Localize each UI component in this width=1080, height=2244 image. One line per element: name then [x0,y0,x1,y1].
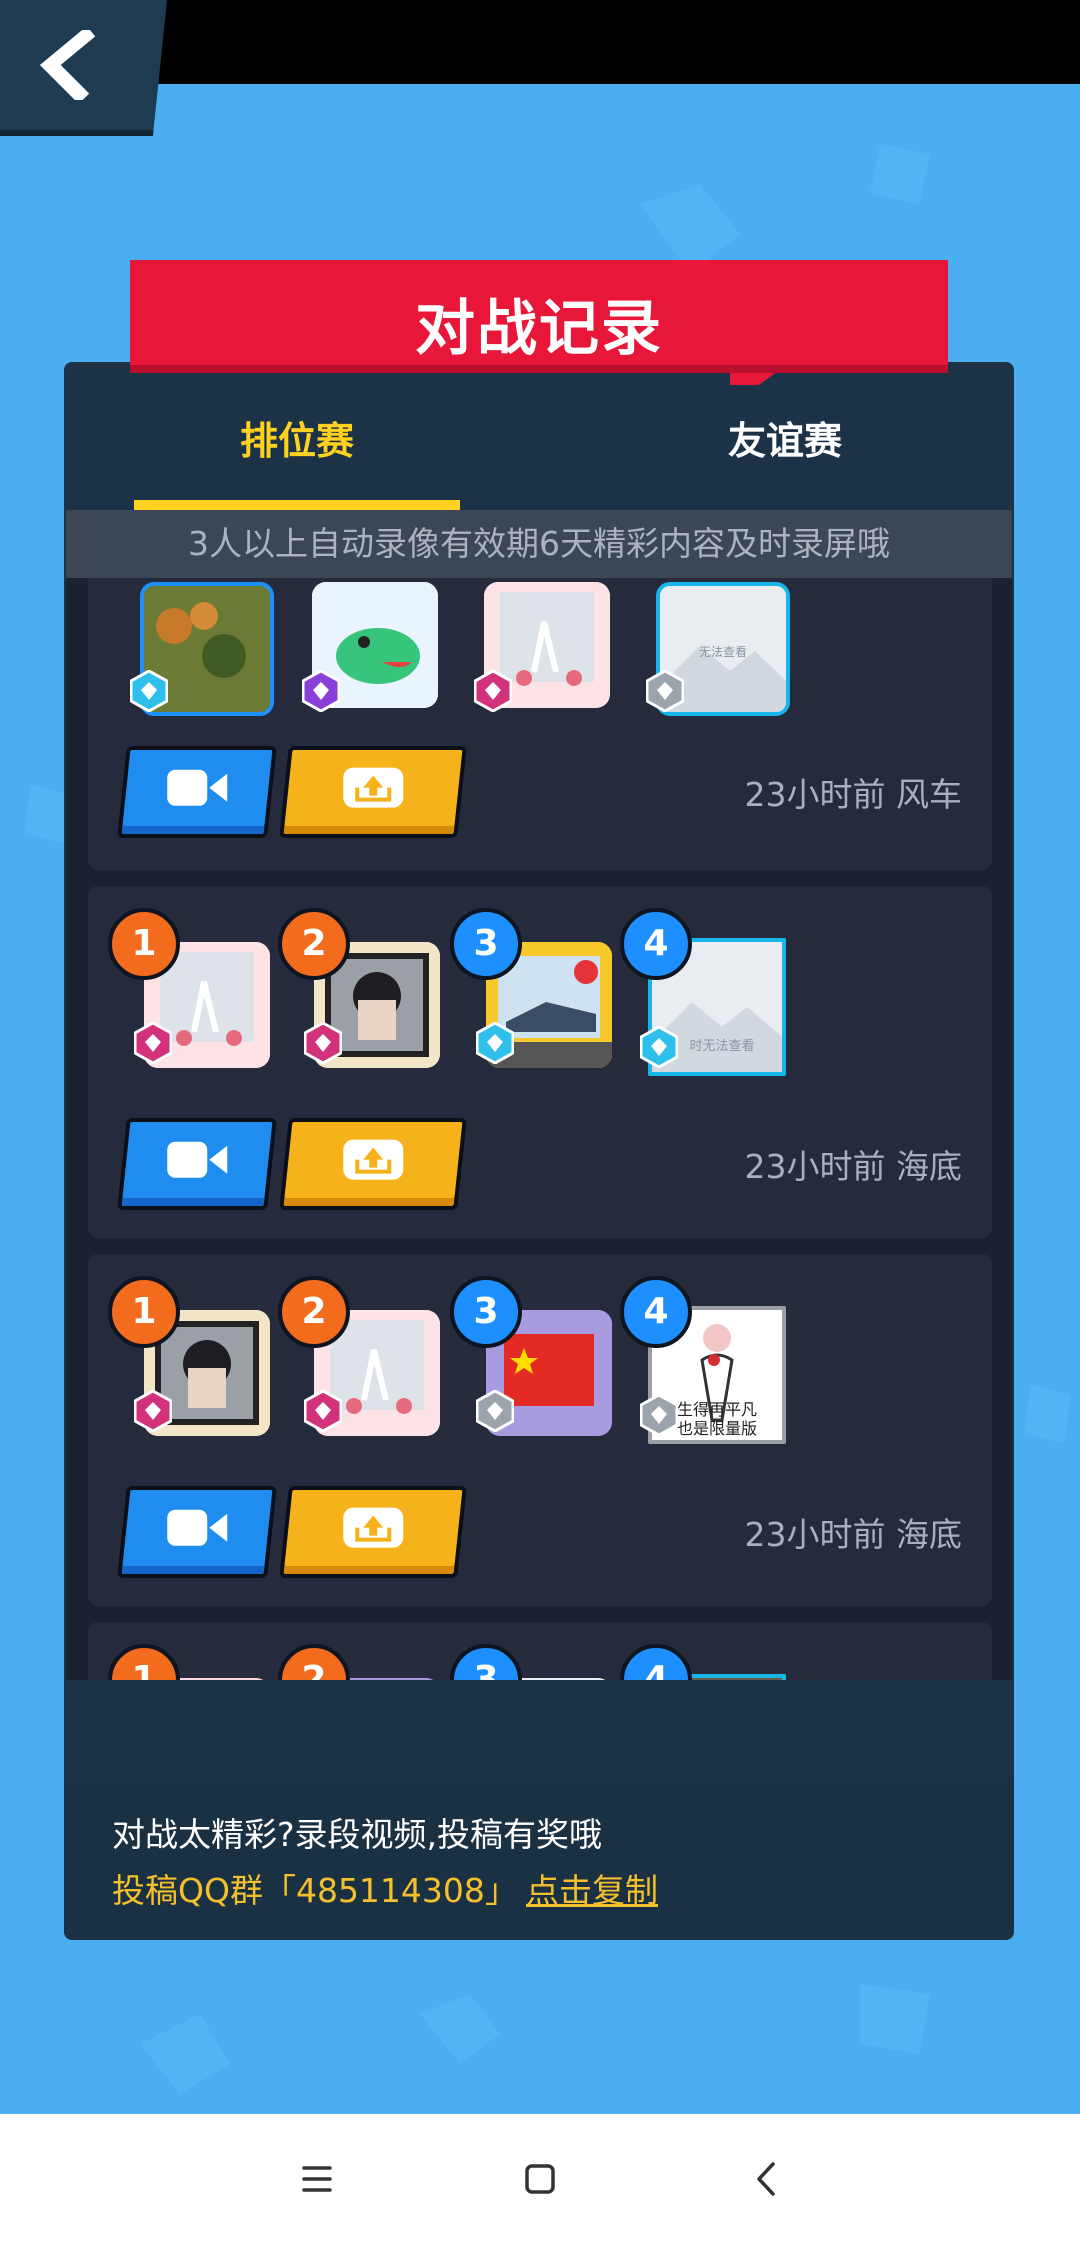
record-time-map: 23小时前 风车 [744,775,962,814]
upload-button[interactable] [279,746,467,838]
record-list[interactable]: 无法查看 23小时前 风车 1 2 3 时无法查看 4 23小时前 海底 1 2… [66,578,1012,1680]
rank-badge: 4 [620,1276,692,1348]
upload-icon [343,1507,404,1548]
rank-badge: 2 [278,1644,350,1680]
rank-badge: 1 [108,908,180,980]
active-tab-indicator [134,500,460,510]
submission-footer [64,1778,1014,1940]
rank-badge: 3 [450,1276,522,1348]
record-card: 1 2 3 生得再平凡 也是限量版 4 23小时前 海底 [88,1254,992,1606]
upload-icon [343,1139,404,1180]
system-nav-bar [0,2114,1080,2244]
video-camera-icon [167,1141,228,1178]
rank-badge: 2 [278,1276,350,1348]
avatar-unavailable-text: 时无法查看 [689,1038,754,1054]
silver-tier-icon [476,1390,514,1432]
pink-tier-icon [304,1022,342,1064]
tab-friendly[interactable]: 友谊赛 [630,410,940,465]
silver-tier-icon [646,670,684,712]
qq-group-text: 投稿QQ群「485114308」 [112,1871,518,1910]
menu-icon[interactable] [282,2144,352,2214]
record-card: 1 2 3 4 [88,1622,992,1680]
rank-badge: 2 [278,908,350,980]
diamond-tier-icon [640,1026,678,1068]
video-camera-icon [167,1509,228,1546]
silver-tier-icon [640,1394,678,1436]
tab-ranked[interactable]: 排位赛 [134,410,460,465]
page-title: 对战记录 [415,294,663,364]
diamond-tier-icon [476,1022,514,1064]
rank-badge: 4 [620,1644,692,1680]
record-card: 无法查看 23小时前 风车 [88,578,992,870]
record-time-map: 23小时前 海底 [744,1515,962,1554]
pink-tier-icon [134,1022,172,1064]
rank-badge: 1 [108,1276,180,1348]
rank-badge: 1 [108,1644,180,1680]
rank-badge: 4 [620,908,692,980]
rank-badge: 3 [450,908,522,980]
record-time-map: 23小时前 海底 [744,1147,962,1186]
record-card: 1 2 3 时无法查看 4 23小时前 海底 [88,886,992,1238]
upload-button[interactable] [279,1118,467,1210]
pink-tier-icon [474,670,512,712]
pink-tier-icon [134,1390,172,1432]
copy-link[interactable]: 点击复制 [526,1864,658,1912]
video-button[interactable] [117,1118,277,1210]
pink-tier-icon [304,1390,342,1432]
sticker-text-line2: 也是限量版 [677,1419,757,1438]
rank-badge: 3 [450,1644,522,1680]
submission-promo-text: 对战太精彩?录段视频,投稿有奖哦 [112,1815,603,1854]
purple-tier-icon [302,670,340,712]
upload-icon [343,767,404,808]
upload-button[interactable] [279,1486,467,1578]
video-button[interactable] [117,1486,277,1578]
diamond-tier-icon [130,670,168,712]
video-camera-icon [167,769,228,806]
notice-bar: 3人以上自动录像有效期6天精彩内容及时录屏哦 [66,510,1012,578]
avatar-unavailable-text: 无法查看 [699,645,747,659]
sticker-text-line1: 生得再平凡 [677,1400,757,1419]
video-button[interactable] [117,746,277,838]
back-button[interactable] [0,0,168,136]
home-square-icon[interactable] [505,2144,575,2214]
chevron-left-icon [39,30,96,100]
nav-back-icon[interactable] [733,2144,803,2214]
